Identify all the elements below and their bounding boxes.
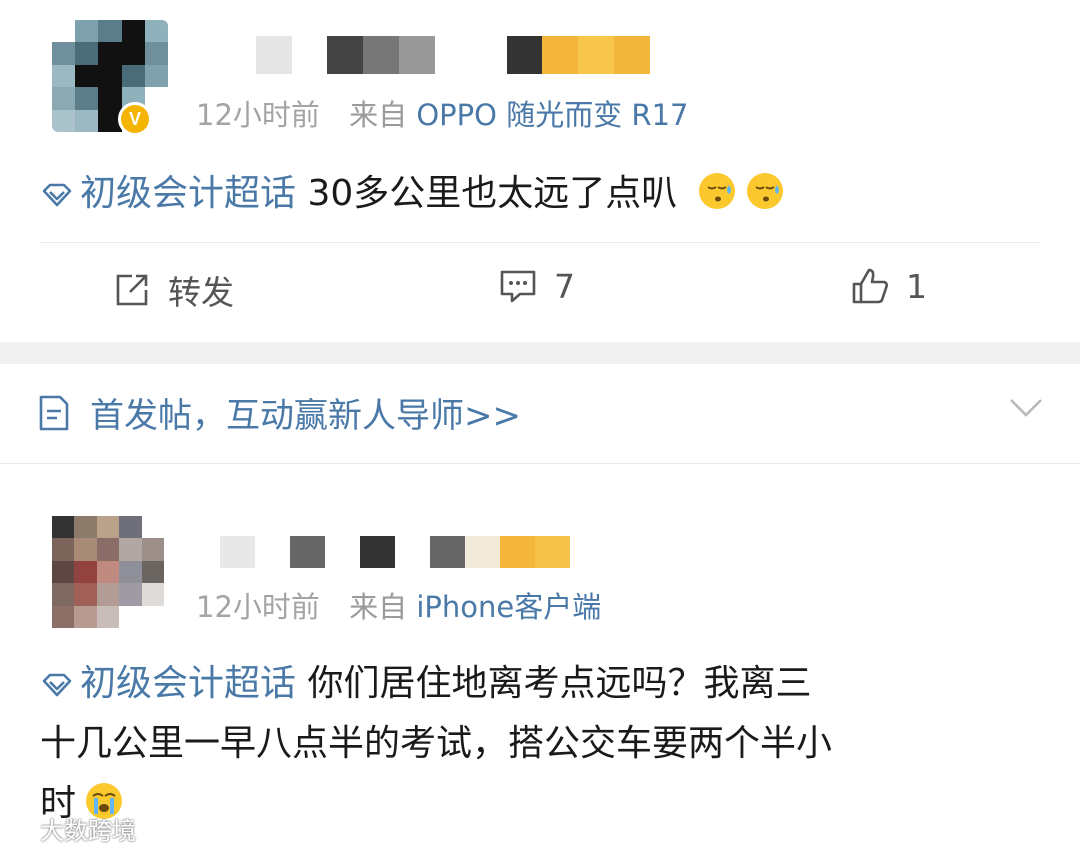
like-button[interactable]: 1	[850, 266, 927, 306]
post-meta: 12小时前 来自 OPPO 随光而变 R17	[196, 92, 688, 134]
post-text: 30多公里也太远了点叭	[307, 173, 678, 214]
topic-label: 初级会计超话	[80, 663, 297, 704]
post-meta: 12小时前 来自 iPhone客户端	[196, 584, 601, 626]
like-count: 1	[906, 266, 927, 306]
post-body: 初级会计超话 30多公里也太远了点叭	[40, 164, 785, 224]
post-body: 初级会计超话 你们居住地离考点远吗？我离三 十几公里一早八点半的考试，搭公交车要…	[40, 654, 1050, 834]
diamond-icon	[42, 183, 72, 207]
guide-banner[interactable]: 首发帖，互动赢新人导师>>	[36, 388, 521, 437]
username-redacted[interactable]	[220, 36, 650, 74]
thumbs-up-icon	[852, 268, 888, 304]
device-link[interactable]: OPPO 随光而变 R17	[416, 98, 688, 132]
username-redacted[interactable]	[220, 536, 570, 568]
repost-button[interactable]: 转发	[112, 266, 234, 314]
logo-icon	[6, 819, 34, 838]
comment-button[interactable]: 7	[498, 266, 575, 306]
post-time: 12小时前	[196, 98, 320, 132]
section-separator	[0, 342, 1080, 364]
diamond-icon	[42, 673, 72, 697]
sweat-emoji-icon	[746, 173, 783, 209]
device-link[interactable]: iPhone客户端	[416, 590, 601, 624]
chevron-down-icon[interactable]	[1008, 396, 1044, 420]
guide-text: 首发帖，互动赢新人导师>>	[90, 396, 521, 436]
topic-label: 初级会计超话	[80, 173, 297, 214]
source-prefix: 来自	[349, 98, 408, 132]
topic-link[interactable]: 初级会计超话	[40, 663, 307, 704]
post-time: 12小时前	[196, 590, 320, 624]
post-text-line: 十几公里一早八点半的考试，搭公交车要两个半小	[40, 723, 833, 764]
sweat-emoji-icon	[698, 173, 735, 209]
repost-label: 转发	[168, 273, 234, 312]
avatar[interactable]	[52, 516, 164, 628]
verified-badge-icon: V	[118, 102, 152, 136]
source-prefix: 来自	[349, 590, 408, 624]
divider	[0, 463, 1080, 464]
watermark: 大数跨境	[6, 811, 136, 846]
post-text-line: 你们居住地离考点远吗？我离三	[307, 663, 812, 704]
topic-link[interactable]: 初级会计超话	[40, 173, 307, 214]
document-icon	[39, 395, 69, 430]
share-icon	[116, 274, 148, 306]
comment-count: 7	[554, 266, 575, 306]
comment-icon	[500, 270, 536, 303]
divider	[40, 242, 1040, 243]
watermark-text: 大数跨境	[40, 817, 136, 845]
